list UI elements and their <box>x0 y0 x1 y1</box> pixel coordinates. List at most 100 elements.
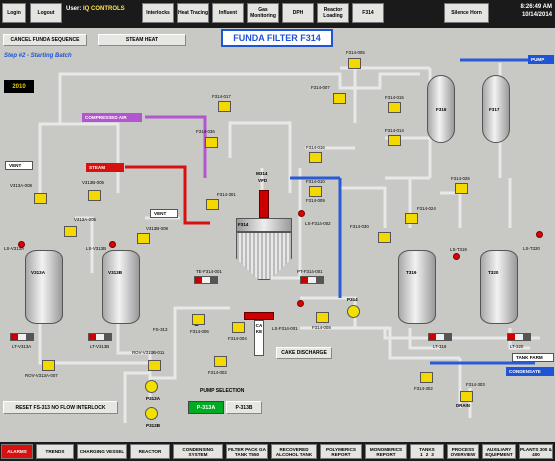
level-switch-f314b <box>297 300 304 307</box>
valve-f314-006[interactable] <box>192 314 205 325</box>
user-label: User: IQ CONTROLS <box>66 6 125 12</box>
tag-f314-303: F314-303 <box>466 382 485 387</box>
tag-f314-024: F314-024 <box>417 206 436 211</box>
nav-gas-monitoring[interactable]: Gas Monitoring <box>247 3 279 23</box>
pump-p313a-label: P313A <box>146 396 161 401</box>
valve-f314-005[interactable] <box>348 58 361 69</box>
nav-charging-vessel[interactable]: CHARGING VESSEL <box>77 444 127 459</box>
nav-process-overview[interactable]: PROCESS OVERVIEW <box>447 444 479 459</box>
valve-v313a-005[interactable] <box>64 226 77 237</box>
clock: 8:26:49 AM 10/14/2014 <box>494 3 552 19</box>
nav-interlocks[interactable]: Interlocks <box>142 3 174 23</box>
tank-f317-label: F317 <box>489 107 500 112</box>
nav-tanks-3[interactable]: 3 <box>431 452 434 457</box>
level-switch-t319 <box>453 253 460 260</box>
valve-f314-303[interactable] <box>460 391 473 402</box>
valve-v313b-008[interactable] <box>137 233 150 244</box>
tag-v313b-008: V313B-008 <box>146 226 168 231</box>
valve-f314-015[interactable] <box>388 102 401 113</box>
login-button[interactable]: Login <box>2 3 26 23</box>
cake-discharge-button[interactable]: CAKE DISCHARGE <box>276 347 332 359</box>
page-title: FUNDA FILTER F314 <box>221 29 333 47</box>
valve-f314-016[interactable] <box>309 152 322 163</box>
temperature-element <box>194 276 218 284</box>
valve-f314-024[interactable] <box>405 213 418 224</box>
tag-f314-014: F314-014 <box>385 128 404 133</box>
valve-f314-009[interactable] <box>309 186 322 197</box>
nav-monomerics-report[interactable]: MONOMERICS REPORT <box>365 444 407 459</box>
valve-f314-008[interactable] <box>316 312 329 323</box>
valve-v313b-005[interactable] <box>88 190 101 201</box>
tag-lt-v313b: LT-V313B <box>90 344 110 349</box>
pump-select-a-button[interactable]: P-313A <box>188 401 224 414</box>
valve-f314-007[interactable] <box>333 93 346 104</box>
valve-f314-036[interactable] <box>205 137 218 148</box>
tag-v313a-008: V313A-008 <box>10 183 32 188</box>
pump-selection-label: PUMP SELECTION <box>200 388 245 394</box>
tag-f314-010: F314-010 <box>306 179 325 184</box>
valve-f314-030[interactable] <box>378 232 391 243</box>
valve-rov-v313a-007[interactable] <box>42 360 55 371</box>
pump-p313b[interactable] <box>145 407 158 420</box>
valve-f314-017[interactable] <box>218 101 231 112</box>
tag-v313b-005: V313B-005 <box>82 180 104 185</box>
clock-time: 8:26:49 AM <box>520 4 552 10</box>
tag-lt-t320: LT-320 <box>510 344 524 349</box>
tank-v313b[interactable] <box>102 250 140 324</box>
nav-reactor[interactable]: REACTOR <box>130 444 170 459</box>
tag-f314-007: F314-007 <box>311 85 330 90</box>
nav-dph[interactable]: DPH <box>282 3 314 23</box>
cancel-sequence-button[interactable]: CANCEL FUNDA SEQUENCE <box>3 34 87 46</box>
tag-f314-005: F314-005 <box>346 50 365 55</box>
nav-condensing-system[interactable]: CONDENSING SYSTEM <box>173 444 223 459</box>
tag-pt-f314: PT-F314-001 <box>297 269 323 274</box>
level-transmitter-v313b <box>88 333 112 341</box>
logout-button[interactable]: Logout <box>30 3 62 23</box>
valve-f314-001[interactable] <box>206 199 219 210</box>
nav-influent[interactable]: Influent <box>212 3 244 23</box>
valve-f314-002[interactable] <box>214 356 227 367</box>
nav-tanks-1[interactable]: 1 <box>420 452 423 457</box>
valve-v313a-008[interactable] <box>34 193 47 204</box>
valve-f314-014[interactable] <box>388 135 401 146</box>
steam-tag: STEAM <box>86 163 124 172</box>
nav-alarms[interactable]: ALARMS <box>1 444 33 459</box>
tag-rov-v313a: ROV-V313A-007 <box>25 373 58 378</box>
tag-rov-v313b: ROV-V313B-011 <box>132 350 165 355</box>
tag-ls-f314-002: LS-F314-002 <box>305 221 331 226</box>
tank-v313a-label: V313A <box>31 270 46 275</box>
reset-interlock-button[interactable]: RESET FS-313 NO FLOW INTERLOCK <box>3 401 118 414</box>
nav-filter-pack[interactable]: FILTER PACK GA TANK T550 <box>226 444 268 459</box>
tag-f314-301: F314-301 <box>217 192 236 197</box>
valve-f314-004[interactable] <box>232 322 245 333</box>
agitator-motor <box>259 190 269 218</box>
level-transmitter-t319 <box>428 333 452 341</box>
nav-reactor-loading[interactable]: Reactor Loading <box>317 3 349 23</box>
steam-heat-button[interactable]: STEAM HEAT <box>98 34 186 46</box>
pump-p314[interactable] <box>347 305 360 318</box>
nav-heat-tracing[interactable]: Heat Tracing <box>177 3 209 23</box>
valve-rov-v313b-011[interactable] <box>148 360 161 371</box>
pump-p313a[interactable] <box>145 380 158 393</box>
pump-p314-label: P314 <box>347 297 358 302</box>
nav-f314[interactable]: F314 <box>352 3 384 23</box>
pump-select-b-button[interactable]: P-313B <box>226 401 262 414</box>
nav-polymerics-report[interactable]: POLYMERICS REPORT <box>320 444 362 459</box>
nav-recovered-alcohol-tank[interactable]: RECOVERED ALCOHOL TANK <box>271 444 317 459</box>
nav-trends[interactable]: TRENDS <box>36 444 74 459</box>
nav-tanks-sub: 1 2 3 <box>420 452 434 457</box>
valve-f314-302[interactable] <box>420 372 433 383</box>
tank-t319[interactable] <box>398 250 436 324</box>
nav-tanks-2[interactable]: 2 <box>426 452 429 457</box>
nav-auxiliary-equipment[interactable]: AUXILIARY EQUIPMENT <box>482 444 516 459</box>
nav-tanks[interactable]: TANKS 1 2 3 <box>410 444 444 459</box>
step-status: Step #2 - Starting Batch <box>4 53 72 59</box>
silence-horn-button[interactable]: Silence Horn <box>444 3 489 23</box>
tank-t320-label: T320 <box>488 270 499 275</box>
tank-v313a[interactable] <box>25 250 63 324</box>
tank-v313b-label: V313B <box>108 270 123 275</box>
tank-t320[interactable] <box>480 250 518 324</box>
nav-plants[interactable]: PLANTS 300 & 400 <box>519 444 553 459</box>
valve-f314-025[interactable] <box>455 183 468 194</box>
motor-vfd-label: VFD <box>258 178 268 183</box>
